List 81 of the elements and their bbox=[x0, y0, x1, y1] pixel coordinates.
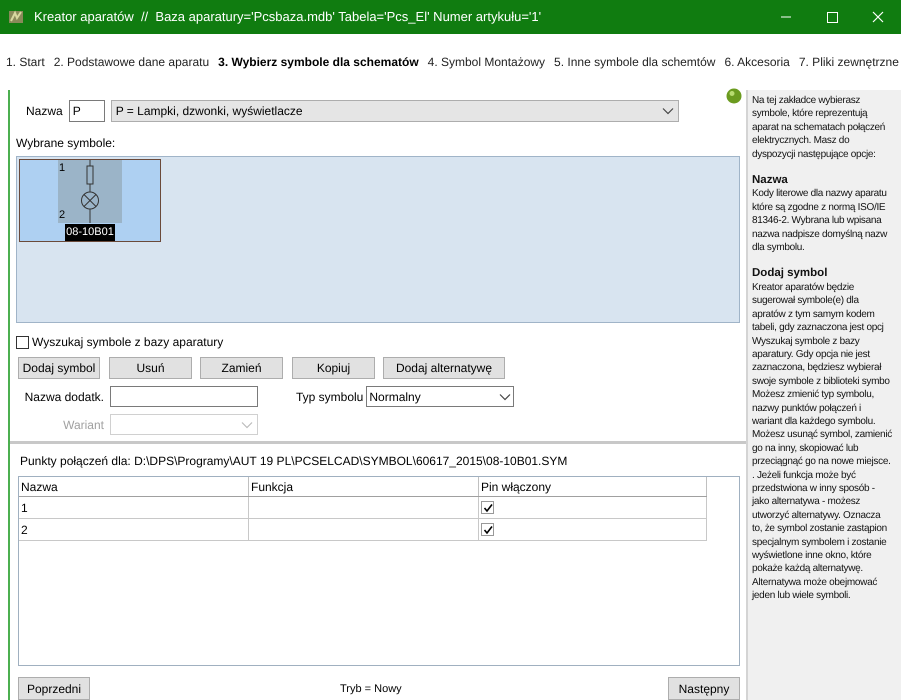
help-text: to, że symbol zostanie zastąpion bbox=[752, 522, 887, 536]
action-button[interactable]: Kopiuj bbox=[292, 357, 375, 380]
symbol-tile[interactable]: 1 2 08-10B01 bbox=[19, 159, 161, 242]
help-text: tabeli, gdy zaznaczona jest opcj bbox=[752, 321, 884, 334]
extra-name-input[interactable] bbox=[110, 386, 258, 408]
help-text: utworzyć alternatywy. Oznacza bbox=[752, 508, 880, 522]
pin-checkbox[interactable] bbox=[481, 501, 494, 514]
table-cell: 2 bbox=[19, 519, 249, 540]
wizard-tab[interactable]: 2. Podstawowe dane aparatu bbox=[54, 53, 210, 71]
help-text: wariant dla każdego symbolu. bbox=[752, 414, 876, 428]
help-heading: Nazwa bbox=[752, 174, 788, 188]
help-text: nazwy punktów połączeń i bbox=[752, 402, 861, 415]
help-text: sugerował symbole(e) dla bbox=[752, 294, 859, 308]
help-text: dyspozycji następujące opcje: bbox=[752, 148, 876, 162]
help-text: jeden lub wiele symboli. bbox=[752, 589, 850, 603]
help-text: Możesz usunąć symbol, zamienić bbox=[752, 428, 892, 442]
name-input[interactable]: P bbox=[68, 100, 105, 122]
pin-label: 2 bbox=[59, 208, 66, 222]
field-label: Nazwa bbox=[26, 103, 63, 120]
column-header[interactable]: Pin włączony bbox=[479, 477, 707, 496]
app-icon bbox=[8, 9, 24, 25]
symbol-caption: 08-10B01 bbox=[65, 224, 115, 240]
help-text: pokaże każdą alternatywę. bbox=[752, 562, 863, 576]
action-button[interactable]: Dodaj alternatywę bbox=[383, 357, 505, 380]
help-text: symbole, które reprezentują bbox=[752, 107, 868, 121]
points-path: Punkty połączeń dla: D:\DPS\Programy\AUT 19 PL\PCSELCAD\SYMBOL\60617_2015\08-10B01.SYM bbox=[20, 453, 568, 470]
action-button[interactable]: Zamień bbox=[200, 357, 283, 380]
field-label: Nazwa dodatk. bbox=[24, 388, 104, 406]
column-header[interactable]: Nazwa bbox=[19, 477, 249, 496]
action-button[interactable]: Dodaj symbol bbox=[18, 357, 100, 380]
pin-checkbox[interactable] bbox=[481, 523, 494, 536]
help-text: zaznaczona, będziesz wybierał bbox=[752, 361, 882, 375]
help-text: przeciągnąć go na nowe miejsce. bbox=[752, 455, 891, 469]
checkbox-label: Wyszukaj symbole z bazy aparatury bbox=[32, 334, 224, 352]
wizard-tab[interactable]: 4. Symbol Montażowy bbox=[428, 53, 546, 71]
help-text: aparat na schematach połączeń bbox=[752, 120, 886, 134]
pin-label: 1 bbox=[59, 161, 66, 176]
help-text: go na inny, skopiować lub bbox=[752, 442, 858, 456]
symbol-type-dropdown[interactable]: Normalny bbox=[366, 386, 514, 408]
help-text: specjalnym symbolem i zostanie bbox=[752, 536, 886, 549]
help-text: swoje symbole z biblioteki symbo bbox=[752, 374, 890, 388]
wizard-tab[interactable]: 5. Inne symbole dla schemtów bbox=[554, 53, 716, 71]
field-label: Typ symbolu bbox=[296, 388, 364, 406]
help-text: . Jeżeli funkcja może być bbox=[752, 468, 856, 482]
help-icon[interactable] bbox=[726, 88, 742, 104]
wizard-tab[interactable]: 3. Wybierz symbole dla schematów bbox=[218, 53, 419, 71]
help-text: Możesz zmienić typ symbolu, bbox=[752, 388, 874, 402]
help-text: aparatury. Gdy opcja nie jest bbox=[752, 348, 870, 362]
lamp-symbol-drawing bbox=[80, 160, 100, 223]
help-text: elektrycznych. Masz do bbox=[752, 134, 850, 148]
help-heading: Dodaj symbol bbox=[752, 267, 828, 281]
chevron-down-icon bbox=[241, 420, 253, 429]
help-text: wyświetlone inne okno, które bbox=[752, 549, 872, 562]
help-text: dla symbolu. bbox=[752, 241, 805, 254]
mode-label: Tryb = Nowy bbox=[340, 683, 402, 696]
table-cell: 1 bbox=[19, 497, 249, 518]
chevron-down-icon bbox=[662, 107, 674, 115]
next-button[interactable]: Następny bbox=[668, 677, 740, 700]
action-button[interactable]: Usuń bbox=[109, 357, 192, 380]
wizard-tab[interactable]: 6. Akcesoria bbox=[724, 53, 790, 71]
help-text: Kody literowe dla nazwy aparatu bbox=[752, 187, 887, 201]
wizard-tab[interactable]: 1. Start bbox=[6, 53, 45, 71]
help-text: Na tej zakładce wybierasz bbox=[752, 94, 860, 108]
help-text: jako alternatywa - możesz bbox=[752, 495, 860, 509]
section-label: Wybrane symbole: bbox=[16, 135, 116, 152]
window-title: Kreator aparatów // Baza aparatury='Pcsbaza.mdb' Tabela='Pcs_El' Numer artykułu='1' bbox=[34, 8, 542, 26]
help-text: przedstwiona w inny sposób - bbox=[752, 482, 875, 496]
chevron-down-icon bbox=[499, 392, 512, 401]
help-text: nazwa nadpisze domyślną nazw bbox=[752, 228, 888, 242]
previous-button[interactable]: Poprzedni bbox=[18, 677, 90, 700]
category-dropdown[interactable]: P = Lampki, dzwonki, wyświetlacze bbox=[110, 100, 679, 122]
field-label: Wariant bbox=[62, 416, 104, 434]
help-text: Kreator aparatów będzie bbox=[752, 280, 854, 294]
help-text: Wyszukaj symbole z bazy bbox=[752, 334, 860, 348]
column-header[interactable]: Funkcja bbox=[249, 477, 479, 496]
help-text: Alternatywa może obejmować bbox=[752, 576, 878, 590]
wizard-tab[interactable]: 7. Pliki zewnętrzne bbox=[798, 53, 899, 71]
help-text: które są zgodne z normą ISO/IE bbox=[752, 200, 886, 214]
help-text: apratów z tym samym kodem bbox=[752, 308, 875, 322]
checkbox[interactable] bbox=[16, 336, 29, 349]
help-text: 81346-2. Wybrana lub wpisana bbox=[752, 214, 882, 228]
